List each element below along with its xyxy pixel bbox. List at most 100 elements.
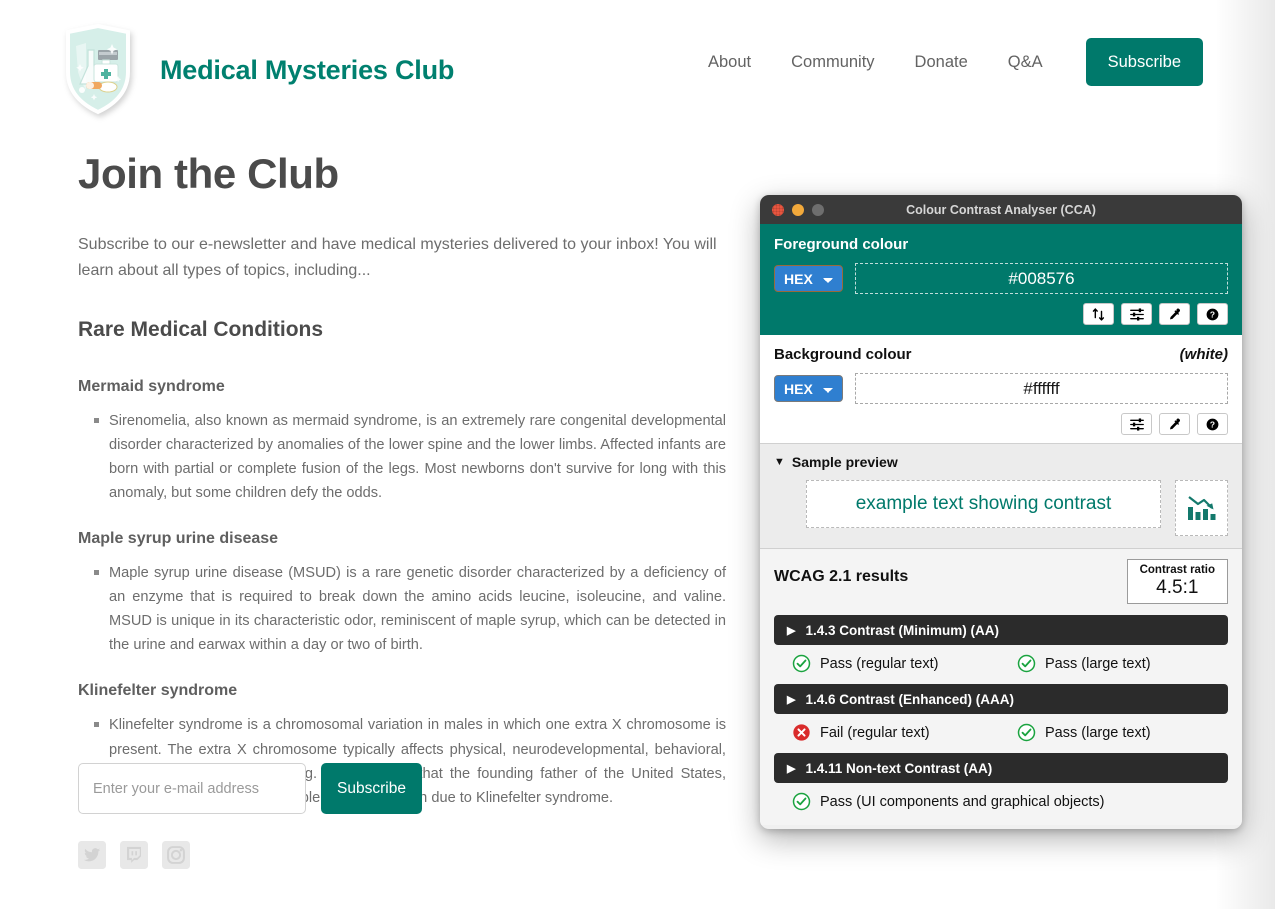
sample-preview-row: example text showing contrast — [774, 480, 1228, 536]
criterion-1411-results: Pass (UI components and graphical object… — [774, 792, 1228, 811]
background-format-select[interactable]: HEX RGB HSL — [774, 375, 843, 402]
pass-check-icon — [1017, 654, 1036, 673]
condition-block: Maple syrup urine disease Maple syrup ur… — [78, 530, 726, 657]
nav-link-donate[interactable]: Donate — [895, 48, 988, 76]
brand[interactable]: Medical Mysteries Club — [62, 23, 455, 116]
foreground-hex-input[interactable]: #008576 — [855, 263, 1228, 294]
result-text: Pass (UI components and graphical object… — [820, 793, 1105, 810]
page-title: Join the Club — [78, 150, 339, 197]
foreground-field-row: HEX RGB HSL #008576 — [774, 263, 1228, 294]
twitter-icon[interactable] — [78, 841, 106, 874]
main-content: Join the Club Subscribe to our e-newslet… — [78, 150, 726, 835]
condition-block: Mermaid syndrome Sirenomelia, also known… — [78, 378, 726, 505]
background-colour-panel: Background colour (white) HEX RGB HSL #f… — [760, 333, 1242, 443]
chevron-right-icon: ▶ — [787, 693, 796, 706]
wcag-results-panel: WCAG 2.1 results Contrast ratio 4.5:1 ▶ … — [760, 548, 1242, 826]
criterion-1411-header[interactable]: ▶ 1.4.11 Non-text Contrast (AA) — [774, 753, 1228, 784]
result-text: Fail (regular text) — [820, 724, 930, 741]
criterion-label: 1.4.6 Contrast (Enhanced) (AAA) — [805, 691, 1014, 707]
intro-paragraph: Subscribe to our e-newsletter and have m… — [78, 236, 717, 279]
brand-title: Medical Mysteries Club — [160, 54, 455, 85]
sample-preview-panel: ▼ Sample preview example text showing co… — [760, 443, 1242, 548]
list-item: Maple syrup urine disease (MSUD) is a ra… — [94, 561, 726, 657]
background-header: Background colour (white) — [774, 346, 1228, 363]
sliders-icon[interactable] — [1121, 413, 1152, 435]
condition-title: Klinefelter syndrome — [78, 682, 238, 700]
help-circle-icon[interactable]: ? — [1197, 413, 1228, 435]
background-toolbar: ? — [774, 413, 1228, 435]
result-item: Pass (UI components and graphical object… — [792, 792, 1105, 811]
result-item: Pass (large text) — [1017, 654, 1151, 673]
cca-window[interactable]: Colour Contrast Analyser (CCA) Foregroun… — [760, 195, 1242, 829]
sample-preview-disclosure[interactable]: ▼ Sample preview — [774, 454, 1228, 470]
contrast-ratio-label: Contrast ratio — [1139, 564, 1215, 576]
newsletter-signup: Subscribe — [78, 763, 422, 814]
criterion-146-results: Fail (regular text) Pass (large text) — [774, 723, 1228, 742]
nav-subscribe-button[interactable]: Subscribe — [1085, 38, 1203, 86]
subscribe-button[interactable]: Subscribe — [321, 763, 422, 814]
shield-medical-badge-icon — [62, 23, 134, 116]
foreground-colour-panel: Foreground colour HEX RGB HSL #008576 — [760, 224, 1242, 333]
swap-vertical-icon[interactable] — [1083, 303, 1114, 325]
criterion-146-header[interactable]: ▶ 1.4.6 Contrast (Enhanced) (AAA) — [774, 684, 1228, 715]
condition-title: Mermaid syndrome — [78, 377, 225, 395]
main-nav: About Community Donate Q&A Subscribe — [688, 38, 1203, 86]
pass-check-icon — [792, 654, 811, 673]
pass-check-icon — [1017, 723, 1036, 742]
result-item: Pass (regular text) — [792, 654, 1017, 673]
background-hex-input[interactable]: #ffffff — [855, 373, 1228, 404]
nav-link-qa[interactable]: Q&A — [988, 48, 1063, 76]
chevron-right-icon: ▶ — [787, 624, 796, 637]
chevron-down-icon: ▼ — [774, 456, 785, 468]
condition-title: Maple syrup urine disease — [78, 530, 279, 548]
svg-text:?: ? — [1210, 309, 1215, 319]
window-maximize-icon[interactable] — [812, 203, 824, 216]
site-header: Medical Mysteries Club About Community D… — [0, 0, 1275, 128]
wcag-header: WCAG 2.1 results Contrast ratio 4.5:1 — [774, 559, 1228, 605]
webpage-root: Medical Mysteries Club About Community D… — [0, 0, 1275, 909]
nav-link-community[interactable]: Community — [771, 48, 894, 76]
contrast-ratio-value: 4.5:1 — [1156, 577, 1199, 599]
foreground-label: Foreground colour — [774, 236, 909, 253]
condition-list: Maple syrup urine disease (MSUD) is a ra… — [78, 561, 726, 657]
twitch-icon[interactable] — [120, 841, 148, 874]
pass-check-icon — [792, 792, 811, 811]
sample-text: example text showing contrast — [806, 480, 1161, 528]
background-label: Background colour — [774, 346, 912, 363]
cca-window-title: Colour Contrast Analyser (CCA) — [906, 202, 1096, 217]
email-field[interactable] — [78, 763, 306, 814]
result-item: Pass (large text) — [1017, 723, 1151, 742]
sample-preview-label: Sample preview — [791, 454, 898, 470]
bar-chart-declining-icon — [1175, 480, 1228, 536]
result-text: Pass (large text) — [1045, 655, 1151, 672]
social-links — [78, 841, 190, 874]
contrast-ratio-box: Contrast ratio 4.5:1 — [1126, 559, 1228, 605]
section-heading: Rare Medical Conditions — [78, 317, 324, 341]
result-text: Pass (regular text) — [820, 655, 939, 672]
list-item: Sirenomelia, also known as mermaid syndr… — [94, 409, 726, 505]
nav-link-about[interactable]: About — [688, 48, 771, 76]
fail-cross-icon — [793, 724, 810, 741]
criterion-label: 1.4.11 Non-text Contrast (AA) — [805, 760, 993, 776]
window-minimize-icon[interactable] — [792, 203, 804, 216]
background-field-row: HEX RGB HSL #ffffff — [774, 373, 1228, 404]
result-item: Fail (regular text) — [792, 723, 1017, 742]
eyedropper-icon[interactable] — [1159, 303, 1190, 325]
foreground-toolbar: ? — [774, 303, 1228, 325]
wcag-title: WCAG 2.1 results — [774, 568, 909, 585]
background-colour-note: (white) — [1179, 346, 1228, 363]
criterion-label: 1.4.3 Contrast (Minimum) (AA) — [805, 622, 999, 638]
window-close-icon[interactable] — [772, 203, 784, 216]
condition-list: Sirenomelia, also known as mermaid syndr… — [78, 409, 726, 505]
help-circle-icon[interactable]: ? — [1197, 303, 1228, 325]
instagram-icon[interactable] — [162, 841, 190, 874]
criterion-143-results: Pass (regular text) Pass (large text) — [774, 654, 1228, 673]
foreground-format-select[interactable]: HEX RGB HSL — [774, 265, 843, 292]
sliders-icon[interactable] — [1121, 303, 1152, 325]
eyedropper-icon[interactable] — [1159, 413, 1190, 435]
chevron-right-icon: ▶ — [787, 762, 796, 775]
criterion-143-header[interactable]: ▶ 1.4.3 Contrast (Minimum) (AA) — [774, 615, 1228, 646]
cca-titlebar[interactable]: Colour Contrast Analyser (CCA) — [760, 195, 1242, 224]
svg-text:?: ? — [1210, 419, 1215, 429]
result-text: Pass (large text) — [1045, 724, 1151, 741]
